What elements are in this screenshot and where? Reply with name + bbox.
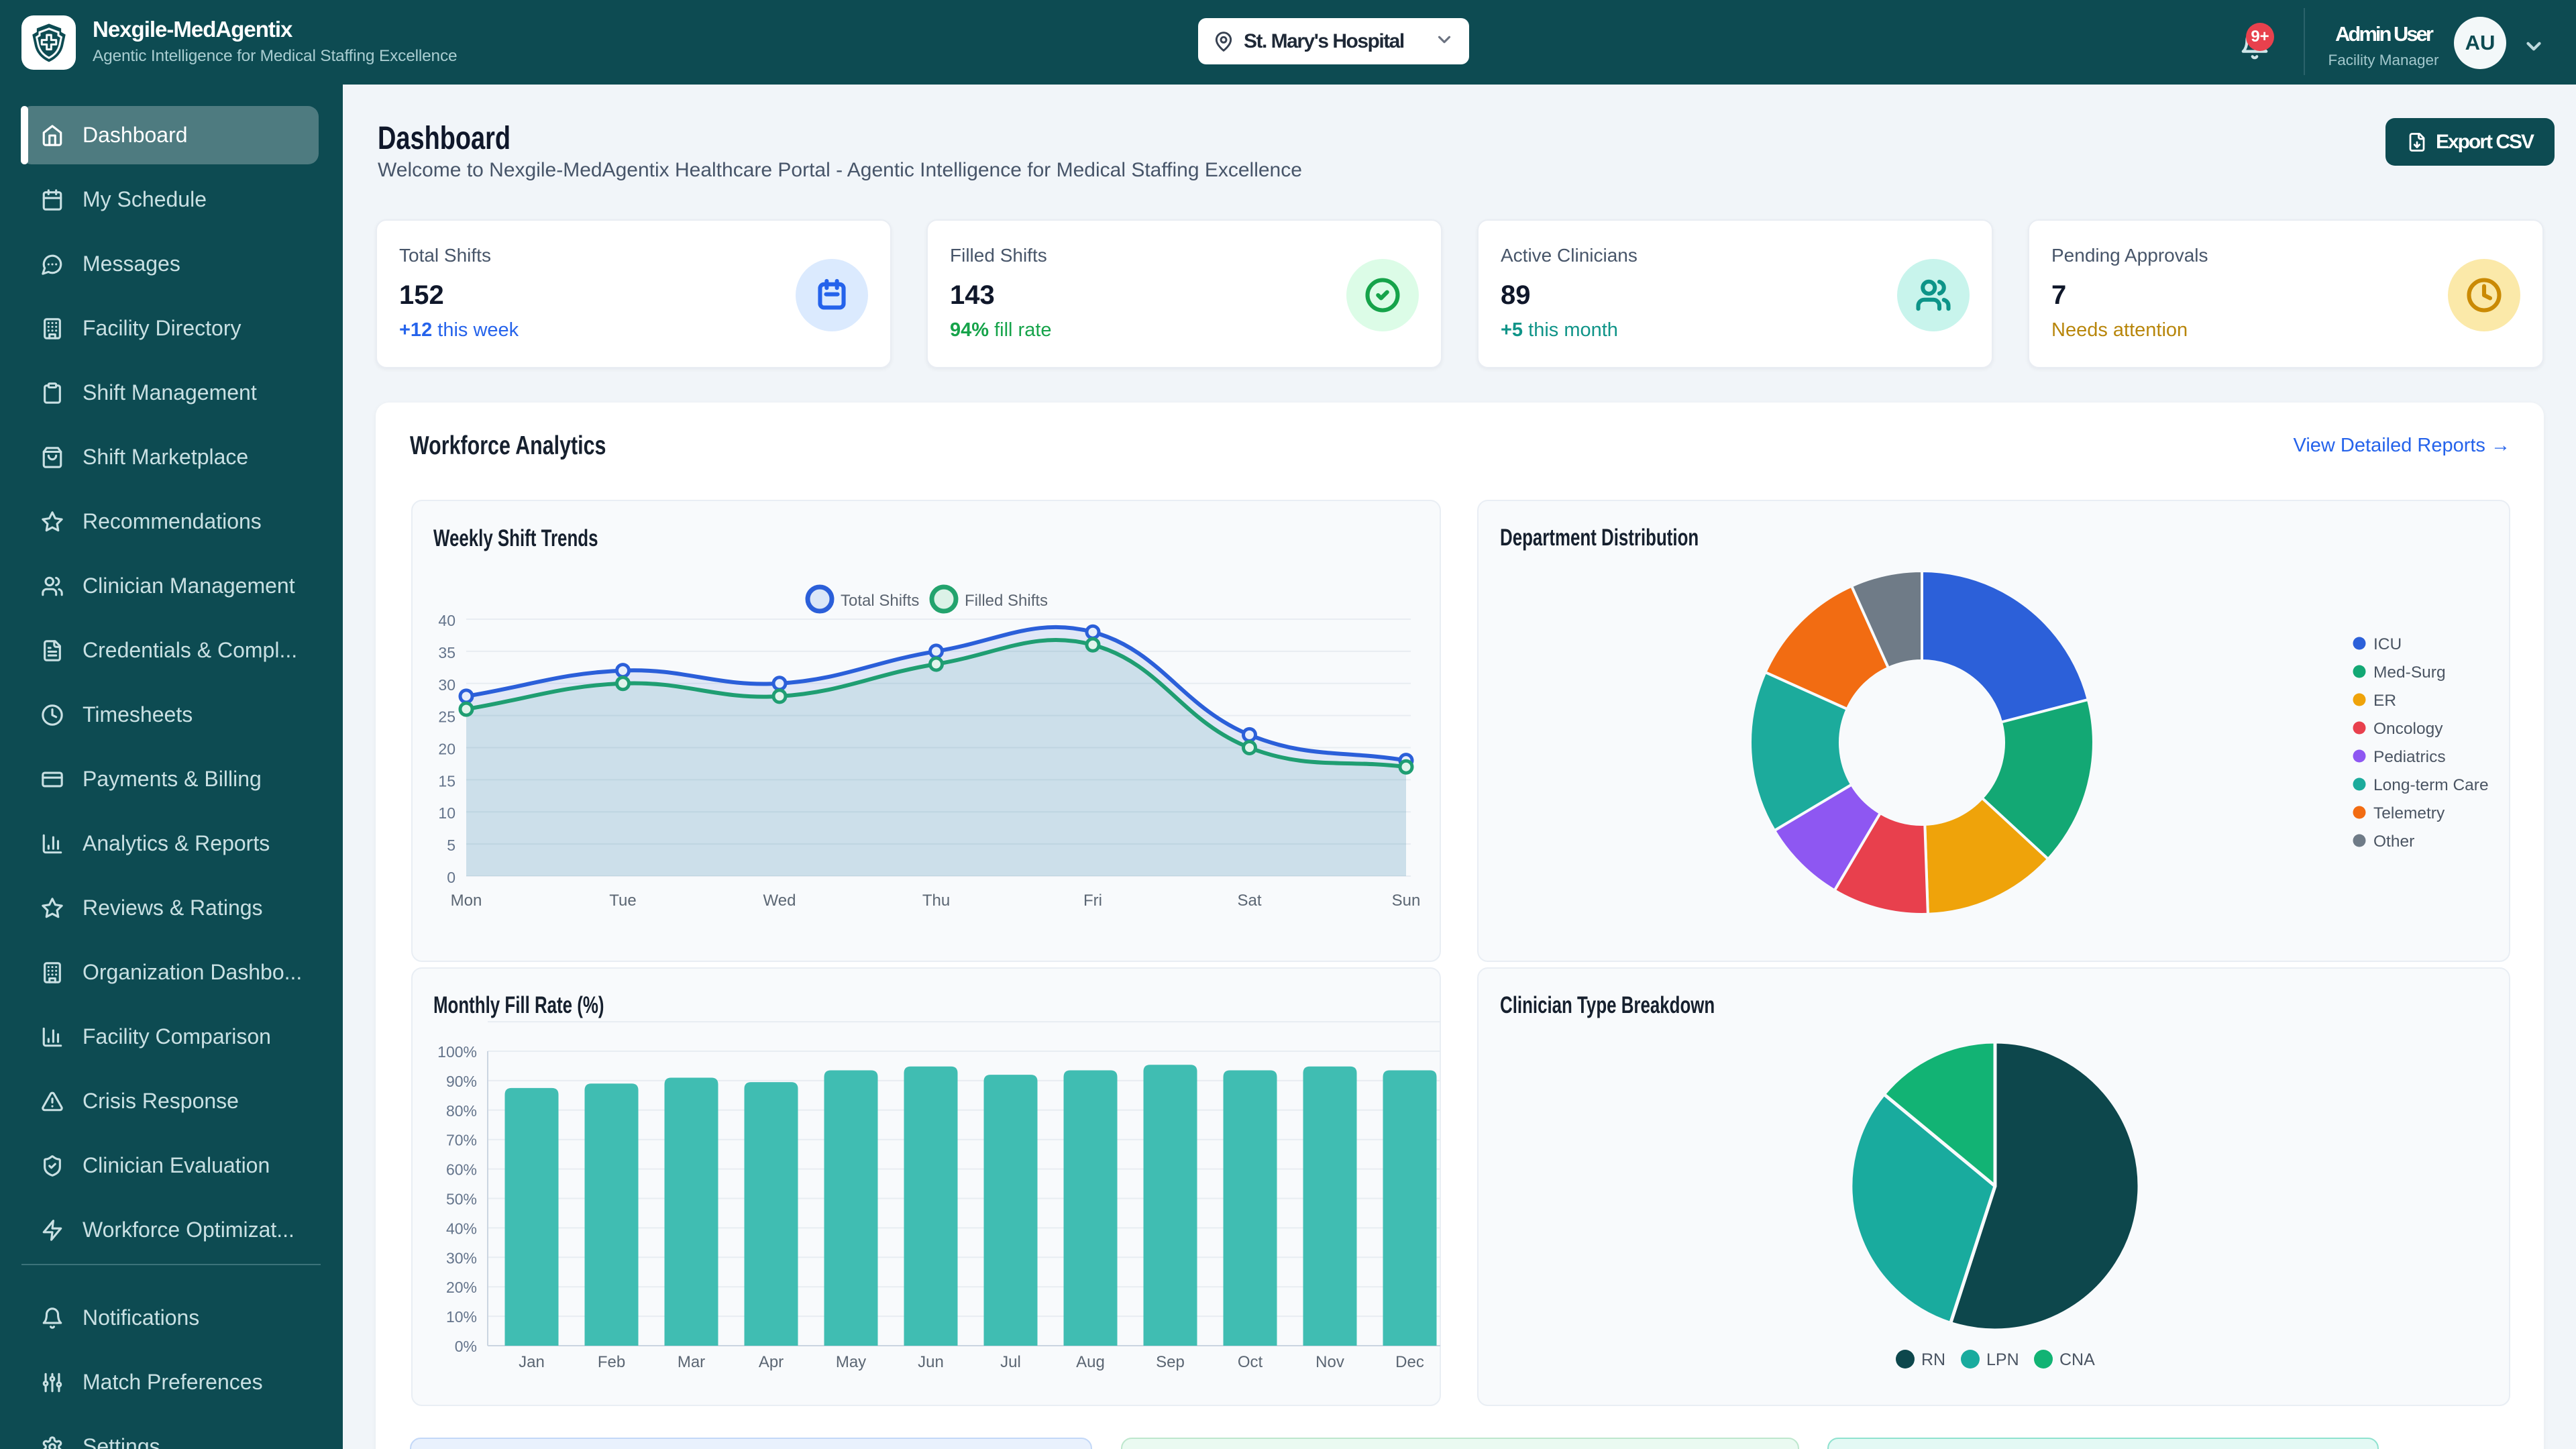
svg-text:Dec: Dec	[1395, 1353, 1424, 1371]
svg-text:30%: 30%	[446, 1249, 477, 1267]
svg-text:Sep: Sep	[1156, 1353, 1185, 1371]
svg-text:Wed: Wed	[763, 892, 796, 910]
svg-text:Thu: Thu	[922, 892, 950, 910]
svg-text:May: May	[836, 1353, 866, 1371]
svg-text:Feb: Feb	[598, 1353, 625, 1371]
svg-text:Telemetry: Telemetry	[2373, 804, 2445, 822]
svg-text:10%: 10%	[446, 1308, 477, 1326]
svg-text:Sat: Sat	[1237, 892, 1261, 910]
svg-text:0: 0	[447, 869, 455, 886]
svg-text:RN: RN	[1921, 1350, 1945, 1369]
svg-text:Tue: Tue	[609, 892, 636, 910]
svg-text:70%: 70%	[446, 1132, 477, 1149]
svg-text:5: 5	[447, 837, 455, 854]
svg-text:40: 40	[438, 612, 455, 629]
svg-text:Med-Surg: Med-Surg	[2373, 663, 2446, 682]
svg-text:40%: 40%	[446, 1220, 477, 1237]
svg-text:Aug: Aug	[1076, 1353, 1105, 1371]
svg-text:0%: 0%	[455, 1338, 477, 1355]
svg-text:80%: 80%	[446, 1102, 477, 1120]
svg-text:60%: 60%	[446, 1161, 477, 1179]
svg-text:Apr: Apr	[759, 1353, 784, 1371]
svg-text:30: 30	[438, 676, 455, 694]
svg-text:20%: 20%	[446, 1279, 477, 1296]
svg-text:35: 35	[438, 644, 455, 661]
svg-text:Oncology: Oncology	[2373, 720, 2443, 738]
svg-text:ER: ER	[2373, 692, 2396, 710]
svg-text:Oct: Oct	[1238, 1353, 1263, 1371]
svg-text:90%: 90%	[446, 1073, 477, 1090]
svg-text:Mar: Mar	[678, 1353, 705, 1371]
svg-text:Jan: Jan	[519, 1353, 545, 1371]
svg-text:20: 20	[438, 741, 455, 758]
svg-text:15: 15	[438, 772, 455, 790]
svg-text:10: 10	[438, 804, 455, 822]
svg-text:Jun: Jun	[918, 1353, 944, 1371]
svg-text:LPN: LPN	[1986, 1350, 2019, 1369]
svg-text:Mon: Mon	[451, 892, 482, 910]
svg-text:50%: 50%	[446, 1191, 477, 1208]
svg-text:Monthly Fill Rate (%): Monthly Fill Rate (%)	[433, 991, 604, 1018]
svg-text:Jul: Jul	[1000, 1353, 1021, 1371]
svg-text:Pediatrics: Pediatrics	[2373, 748, 2446, 766]
svg-text:ICU: ICU	[2373, 635, 2402, 653]
svg-text:Department Distribution: Department Distribution	[1500, 524, 1699, 551]
svg-text:Total Shifts: Total Shifts	[841, 592, 919, 610]
svg-text:25: 25	[438, 708, 455, 726]
svg-text:100%: 100%	[437, 1043, 477, 1061]
svg-text:Weekly Shift Trends: Weekly Shift Trends	[433, 525, 598, 551]
svg-text:Nov: Nov	[1316, 1353, 1344, 1371]
svg-text:Fri: Fri	[1083, 892, 1102, 910]
svg-text:Other: Other	[2373, 833, 2414, 851]
svg-text:Sun: Sun	[1392, 892, 1421, 910]
svg-text:CNA: CNA	[2059, 1350, 2095, 1369]
svg-text:Clinician Type Breakdown: Clinician Type Breakdown	[1500, 991, 1715, 1018]
svg-text:Long-term Care: Long-term Care	[2373, 776, 2489, 794]
svg-text:Filled Shifts: Filled Shifts	[965, 592, 1048, 610]
